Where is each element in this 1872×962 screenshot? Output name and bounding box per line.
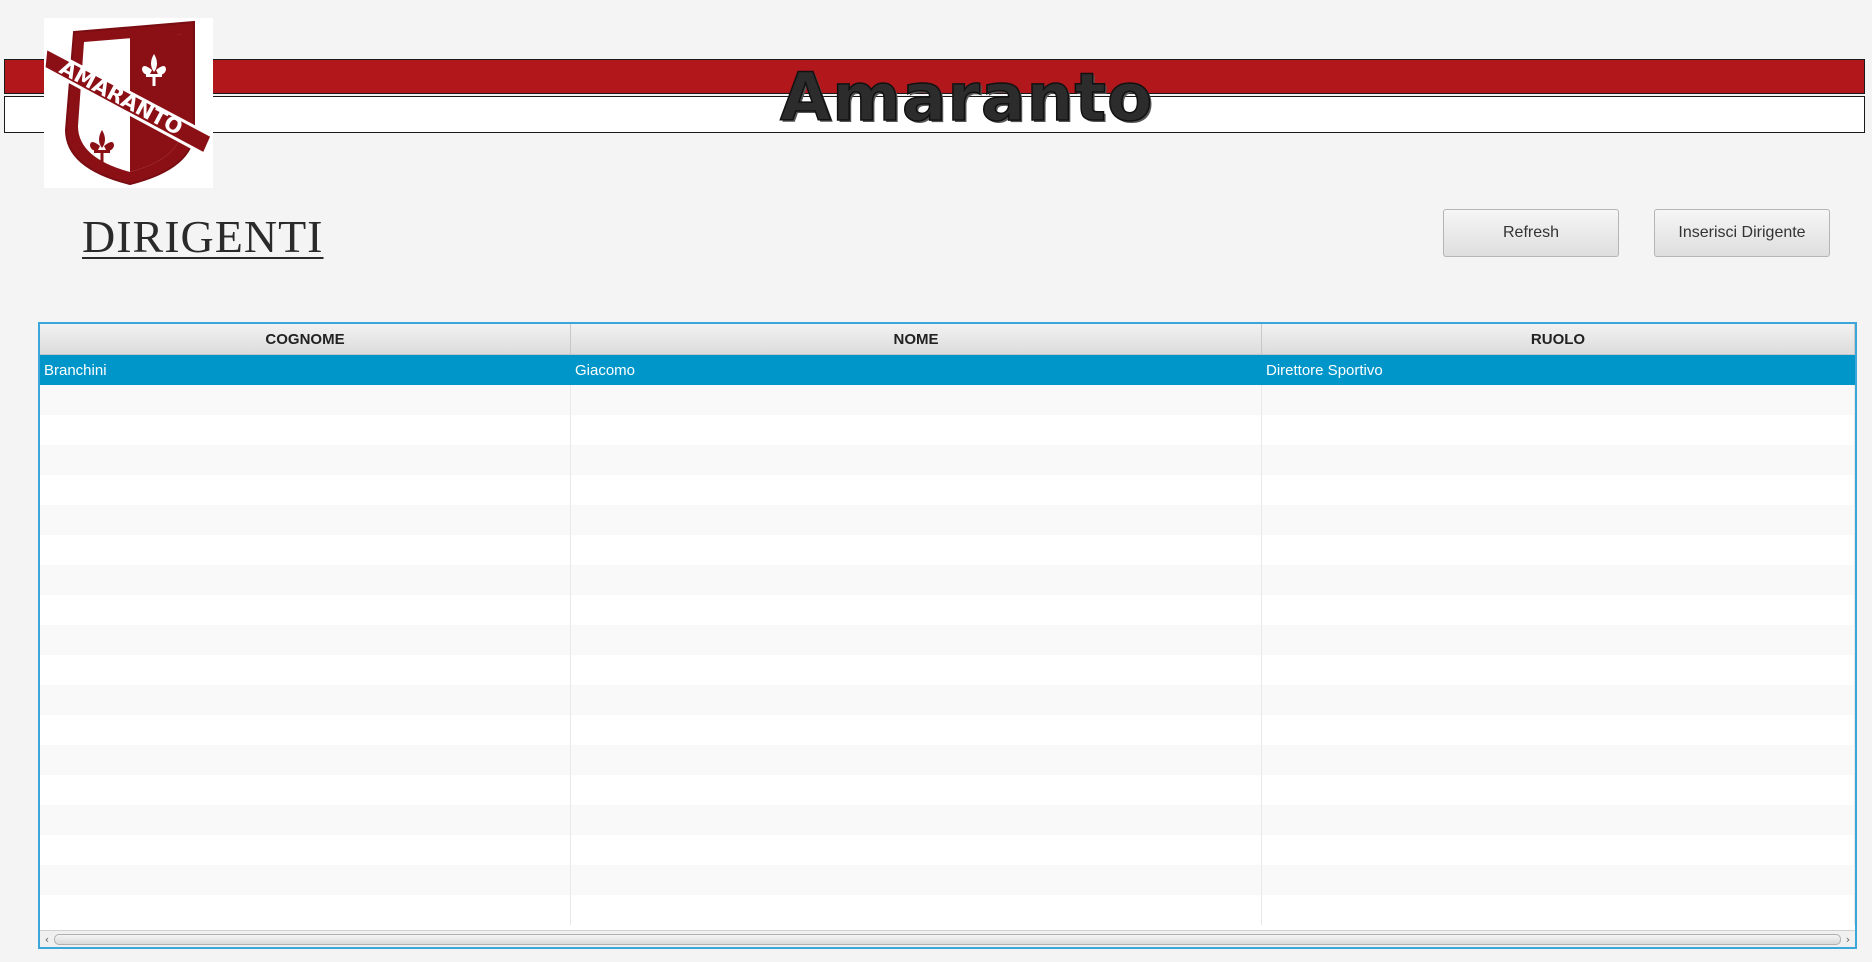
empty-cell [571,475,1262,505]
empty-table-row [40,445,1855,475]
empty-cell [1262,595,1855,625]
empty-table-row [40,475,1855,505]
empty-cell [40,805,571,835]
empty-cell [40,595,571,625]
empty-cell [40,505,571,535]
chevron-left-icon[interactable]: ‹ [41,931,53,947]
empty-table-row [40,805,1855,835]
empty-cell [571,535,1262,565]
empty-cell [40,415,571,445]
horizontal-scrollbar[interactable]: ‹ › [40,930,1855,947]
empty-cell [1262,385,1855,415]
empty-cell [40,475,571,505]
column-header-nome[interactable]: NOME [571,324,1262,354]
insert-dirigente-button[interactable]: Inserisci Dirigente [1654,209,1830,257]
empty-cell [40,715,571,745]
empty-cell [1262,835,1855,865]
column-header-cognome[interactable]: COGNOME [40,324,571,354]
empty-cell [40,865,571,895]
empty-cell [40,895,571,925]
chevron-right-icon[interactable]: › [1842,931,1854,947]
empty-cell [571,595,1262,625]
empty-cell [40,625,571,655]
empty-table-row [40,775,1855,805]
empty-cell [1262,565,1855,595]
club-logo: AMARANTO [44,18,213,188]
empty-cell [571,835,1262,865]
cell-ruolo: Direttore Sportivo [1262,355,1855,385]
empty-cell [1262,655,1855,685]
table-header: COGNOME NOME RUOLO [40,324,1855,355]
empty-table-row [40,625,1855,655]
empty-cell [1262,805,1855,835]
empty-cell [571,775,1262,805]
empty-cell [40,445,571,475]
scrollbar-thumb[interactable] [54,934,1841,945]
empty-cell [1262,415,1855,445]
empty-cell [40,655,571,685]
empty-cell [571,715,1262,745]
empty-table-row [40,745,1855,775]
empty-cell [571,745,1262,775]
empty-cell [571,625,1262,655]
empty-cell [571,655,1262,685]
empty-cell [571,415,1262,445]
empty-table-row [40,565,1855,595]
empty-cell [571,385,1262,415]
empty-cell [1262,475,1855,505]
empty-cell [1262,535,1855,565]
empty-cell [40,685,571,715]
empty-cell [40,385,571,415]
table-row[interactable]: Branchini Giacomo Direttore Sportivo [40,355,1855,385]
empty-cell [40,535,571,565]
empty-cell [40,745,571,775]
empty-cell [1262,775,1855,805]
empty-table-row [40,415,1855,445]
empty-cell [1262,625,1855,655]
empty-cell [40,565,571,595]
empty-cell [1262,505,1855,535]
brand-title: Amaranto [779,58,1154,137]
fleur-de-lis-shield-icon: AMARANTO [44,20,213,186]
empty-cell [571,895,1262,925]
empty-table-row [40,715,1855,745]
empty-cell [571,685,1262,715]
empty-cell [1262,445,1855,475]
column-header-ruolo[interactable]: RUOLO [1262,324,1855,354]
empty-cell [1262,745,1855,775]
empty-cell [1262,865,1855,895]
dirigenti-table[interactable]: COGNOME NOME RUOLO Branchini Giacomo Dir… [38,322,1857,949]
empty-cell [1262,895,1855,925]
empty-table-row [40,505,1855,535]
empty-table-row [40,385,1855,415]
empty-table-row [40,865,1855,895]
cell-cognome: Branchini [40,355,571,385]
empty-cell [40,835,571,865]
empty-table-row [40,535,1855,565]
empty-table-row [40,595,1855,625]
page-title: DIRIGENTI [82,211,324,262]
empty-cell [1262,715,1855,745]
empty-table-row [40,685,1855,715]
empty-cell [571,445,1262,475]
empty-table-row [40,895,1855,925]
empty-cell [40,775,571,805]
cell-nome: Giacomo [571,355,1262,385]
empty-table-row [40,835,1855,865]
empty-cell [571,805,1262,835]
empty-cell [571,505,1262,535]
empty-cell [571,565,1262,595]
empty-table-row [40,655,1855,685]
refresh-button[interactable]: Refresh [1443,209,1619,257]
empty-cell [571,865,1262,895]
empty-cell [1262,685,1855,715]
